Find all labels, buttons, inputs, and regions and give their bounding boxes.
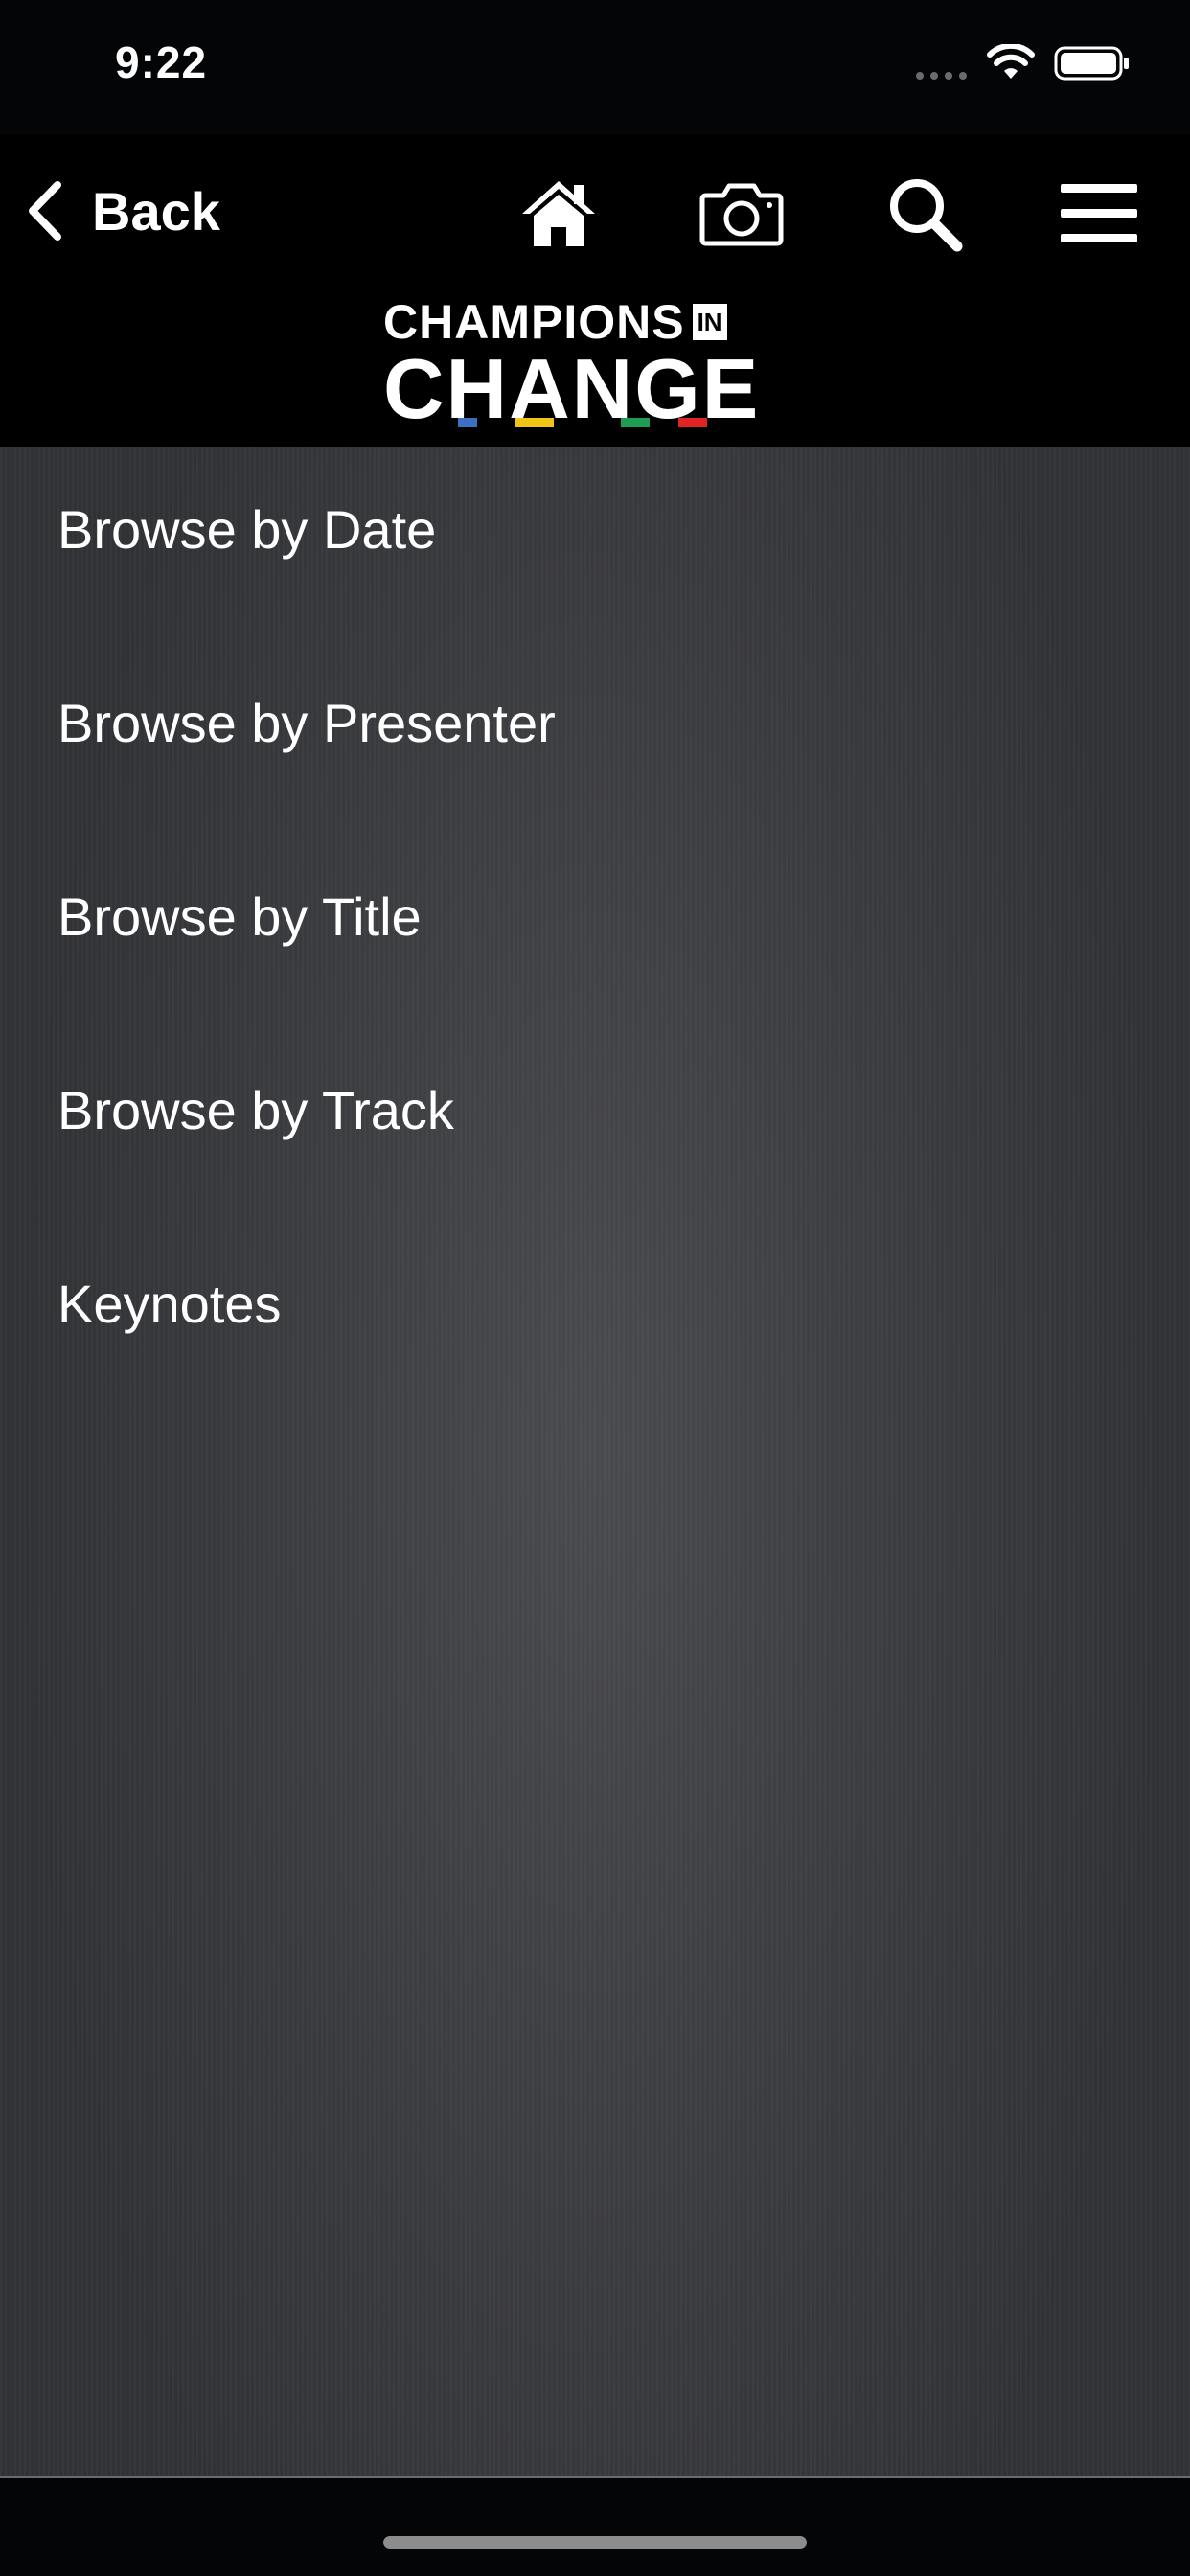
menu-item-label: Browse by Presenter	[57, 692, 556, 753]
menu-item-browse-by-title[interactable]: Browse by Title	[0, 834, 1190, 1027]
camera-button[interactable]	[698, 171, 785, 257]
wifi-icon	[987, 44, 1035, 79]
home-indicator[interactable]	[383, 2536, 807, 2549]
status-time: 9:22	[115, 37, 208, 87]
content-area: Browse by Date Browse by Presenter Brows…	[0, 447, 1190, 2478]
hamburger-menu-button[interactable]	[1056, 171, 1142, 257]
champions-in-change-logo: CHAMPIONS IN CHANGE	[383, 295, 809, 431]
search-icon	[890, 179, 963, 252]
menu-item-browse-by-date[interactable]: Browse by Date	[0, 447, 1190, 640]
navigation-bar: Back CHAMPIONS IN CHANGE	[0, 134, 1190, 447]
menu-item-label: Browse by Date	[57, 498, 437, 560]
menu-item-browse-by-track[interactable]: Browse by Track	[0, 1027, 1190, 1221]
home-button[interactable]	[515, 171, 602, 257]
chevron-left-icon	[29, 181, 61, 241]
app-screen: 9:22 Back CHAMPIONS IN CHANGE Browse by …	[0, 0, 1190, 2576]
logo-color-stripes	[458, 418, 707, 427]
back-button[interactable]: Back	[23, 172, 220, 249]
menu-item-label: Browse by Track	[57, 1079, 454, 1140]
battery-icon	[1054, 46, 1129, 80]
logo-badge-in: IN	[692, 304, 727, 340]
menu-item-browse-by-presenter[interactable]: Browse by Presenter	[0, 640, 1190, 834]
menu-item-label: Keynotes	[57, 1273, 282, 1334]
back-label: Back	[92, 180, 220, 242]
cellular-signal-icon	[916, 72, 967, 80]
camera-icon	[699, 183, 784, 246]
home-indicator-area	[0, 2478, 1190, 2576]
home-icon	[522, 181, 595, 246]
status-bar: 9:22	[0, 0, 1190, 134]
logo-word-champions: CHAMPIONS	[383, 295, 685, 349]
menu-item-label: Browse by Title	[57, 886, 422, 947]
hamburger-menu-icon	[1061, 184, 1137, 242]
browse-menu-list: Browse by Date Browse by Presenter Brows…	[0, 447, 1190, 1414]
menu-item-keynotes[interactable]: Keynotes	[0, 1221, 1190, 1414]
search-button[interactable]	[881, 171, 968, 257]
